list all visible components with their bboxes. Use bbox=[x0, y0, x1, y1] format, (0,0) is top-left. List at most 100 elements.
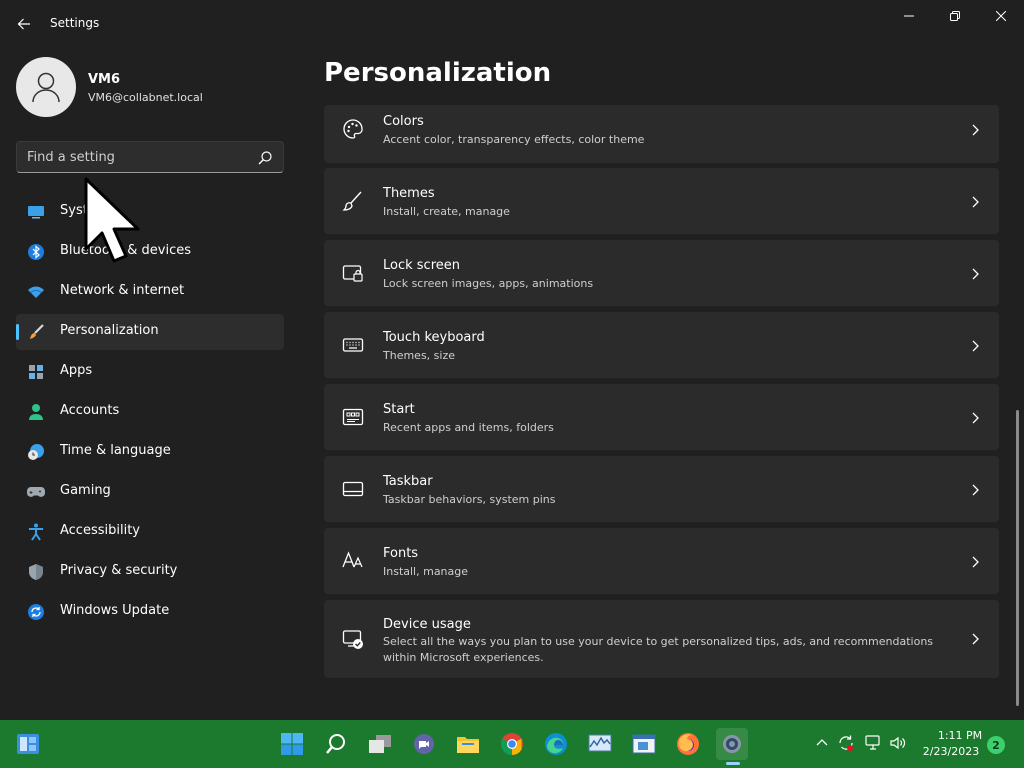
search-icon[interactable] bbox=[257, 150, 273, 166]
network-tray-button[interactable] bbox=[864, 734, 882, 752]
card-description: Lock screen images, apps, animations bbox=[383, 277, 594, 290]
sidebar-item-apps[interactable]: Apps bbox=[16, 354, 284, 390]
chat-button[interactable] bbox=[408, 728, 440, 760]
window-app-icon bbox=[632, 734, 656, 754]
card-description: Recent apps and items, folders bbox=[383, 421, 554, 434]
vertical-scrollbar[interactable] bbox=[1016, 410, 1019, 706]
app-title: Settings bbox=[50, 16, 100, 30]
settings-card-themes[interactable]: Themes Install, create, manage bbox=[324, 168, 999, 234]
settings-card-device-usage[interactable]: Device usage Select all the ways you pla… bbox=[324, 600, 999, 678]
title-bar: Settings bbox=[0, 0, 1024, 48]
settings-taskbar-button[interactable] bbox=[716, 728, 748, 760]
chevron-right-icon bbox=[972, 196, 979, 208]
close-button[interactable] bbox=[978, 0, 1024, 32]
notification-badge[interactable]: 2 bbox=[987, 736, 1005, 754]
sidebar-item-label: Gaming bbox=[60, 483, 111, 498]
chevron-right-icon bbox=[972, 412, 979, 424]
back-button[interactable] bbox=[12, 12, 36, 36]
resource-monitor-button[interactable] bbox=[584, 728, 616, 760]
card-title: Colors bbox=[383, 114, 424, 129]
chrome-button[interactable] bbox=[496, 728, 528, 760]
sidebar-item-personalization[interactable]: Personalization bbox=[16, 314, 284, 350]
sidebar-item-time-language[interactable]: Time & language bbox=[16, 434, 284, 470]
edge-icon bbox=[545, 733, 567, 755]
keyboard-icon bbox=[342, 334, 364, 356]
file-explorer-button[interactable] bbox=[452, 728, 484, 760]
gear-icon bbox=[723, 735, 741, 753]
restore-icon bbox=[950, 11, 960, 21]
sidebar-item-bluetooth[interactable]: Bluetooth & devices bbox=[16, 234, 284, 270]
card-description: Themes, size bbox=[383, 349, 455, 362]
user-name: VM6 bbox=[88, 72, 121, 87]
folder-icon bbox=[457, 737, 479, 753]
bluetooth-icon bbox=[27, 243, 45, 261]
clock-globe-icon bbox=[27, 443, 45, 461]
card-description: Install, manage bbox=[383, 565, 469, 578]
avatar[interactable] bbox=[16, 57, 76, 117]
sidebar-item-privacy[interactable]: Privacy & security bbox=[16, 554, 284, 590]
sidebar-item-label: Privacy & security bbox=[60, 563, 178, 578]
clock-time[interactable]: 1:11 PM bbox=[930, 729, 990, 742]
card-title: Start bbox=[383, 402, 415, 417]
settings-card-touch-keyboard[interactable]: Touch keyboard Themes, size bbox=[324, 312, 999, 378]
search-input[interactable] bbox=[17, 149, 247, 165]
settings-card-taskbar[interactable]: Taskbar Taskbar behaviors, system pins bbox=[324, 456, 999, 522]
task-view-button[interactable] bbox=[364, 728, 396, 760]
minimize-button[interactable] bbox=[886, 0, 932, 32]
card-title: Touch keyboard bbox=[383, 330, 485, 345]
clock-date[interactable]: 2/23/2023 bbox=[916, 745, 986, 758]
chevron-right-icon bbox=[972, 556, 979, 568]
volume-tray-button[interactable] bbox=[889, 734, 907, 752]
brush-icon bbox=[342, 190, 364, 212]
network-wired-icon bbox=[865, 735, 880, 750]
sidebar-item-windows-update[interactable]: Windows Update bbox=[16, 594, 284, 630]
page-title: Personalization bbox=[324, 58, 552, 88]
firefox-icon bbox=[677, 733, 699, 755]
chat-icon bbox=[414, 734, 434, 754]
back-arrow-icon bbox=[17, 18, 30, 30]
settings-card-lock-screen[interactable]: Lock screen Lock screen images, apps, an… bbox=[324, 240, 999, 306]
edge-button[interactable] bbox=[540, 728, 572, 760]
sidebar-item-label: Time & language bbox=[60, 443, 171, 458]
fonts-icon bbox=[342, 550, 364, 572]
device-usage-icon bbox=[342, 628, 364, 650]
sidebar-item-accounts[interactable]: Accounts bbox=[16, 394, 284, 430]
paintbrush-icon bbox=[27, 323, 45, 341]
chevron-right-icon bbox=[972, 633, 979, 645]
card-description: Select all the ways you plan to use your… bbox=[383, 635, 934, 664]
chevron-right-icon bbox=[972, 484, 979, 496]
app-window-button[interactable] bbox=[628, 728, 660, 760]
person-icon bbox=[27, 403, 45, 421]
sidebar-item-gaming[interactable]: Gaming bbox=[16, 474, 284, 510]
palette-icon bbox=[342, 118, 364, 140]
lock-screen-icon bbox=[342, 262, 364, 284]
show-hidden-icons-button[interactable] bbox=[813, 734, 831, 752]
sidebar-item-accessibility[interactable]: Accessibility bbox=[16, 514, 284, 550]
widgets-button[interactable] bbox=[12, 728, 44, 760]
gamepad-icon bbox=[27, 483, 45, 501]
search-box[interactable] bbox=[16, 141, 284, 173]
start-button[interactable] bbox=[276, 728, 308, 760]
performance-monitor-icon bbox=[588, 734, 612, 752]
minimize-icon bbox=[904, 15, 914, 17]
card-description: Accent color, transparency effects, colo… bbox=[383, 133, 645, 146]
card-title: Taskbar bbox=[383, 474, 433, 489]
task-view-icon bbox=[369, 735, 391, 753]
sidebar-item-system[interactable]: System bbox=[16, 194, 284, 230]
shield-icon bbox=[27, 563, 45, 581]
chevron-right-icon bbox=[972, 124, 979, 136]
restore-button[interactable] bbox=[932, 0, 978, 32]
windows-logo-icon bbox=[281, 733, 303, 755]
settings-card-colors[interactable]: Colors Accent color, transparency effect… bbox=[324, 105, 999, 163]
user-email: VM6@collabnet.local bbox=[88, 91, 203, 104]
sidebar-item-label: Apps bbox=[60, 363, 93, 378]
wifi-icon bbox=[27, 283, 45, 301]
card-title: Lock screen bbox=[383, 258, 460, 273]
sync-tray-button[interactable] bbox=[837, 734, 855, 752]
settings-card-start[interactable]: Start Recent apps and items, folders bbox=[324, 384, 999, 450]
taskbar-icon bbox=[342, 478, 364, 500]
firefox-button[interactable] bbox=[672, 728, 704, 760]
search-taskbar-button[interactable] bbox=[320, 728, 352, 760]
settings-card-fonts[interactable]: Fonts Install, manage bbox=[324, 528, 999, 594]
sidebar-item-network[interactable]: Network & internet bbox=[16, 274, 284, 310]
